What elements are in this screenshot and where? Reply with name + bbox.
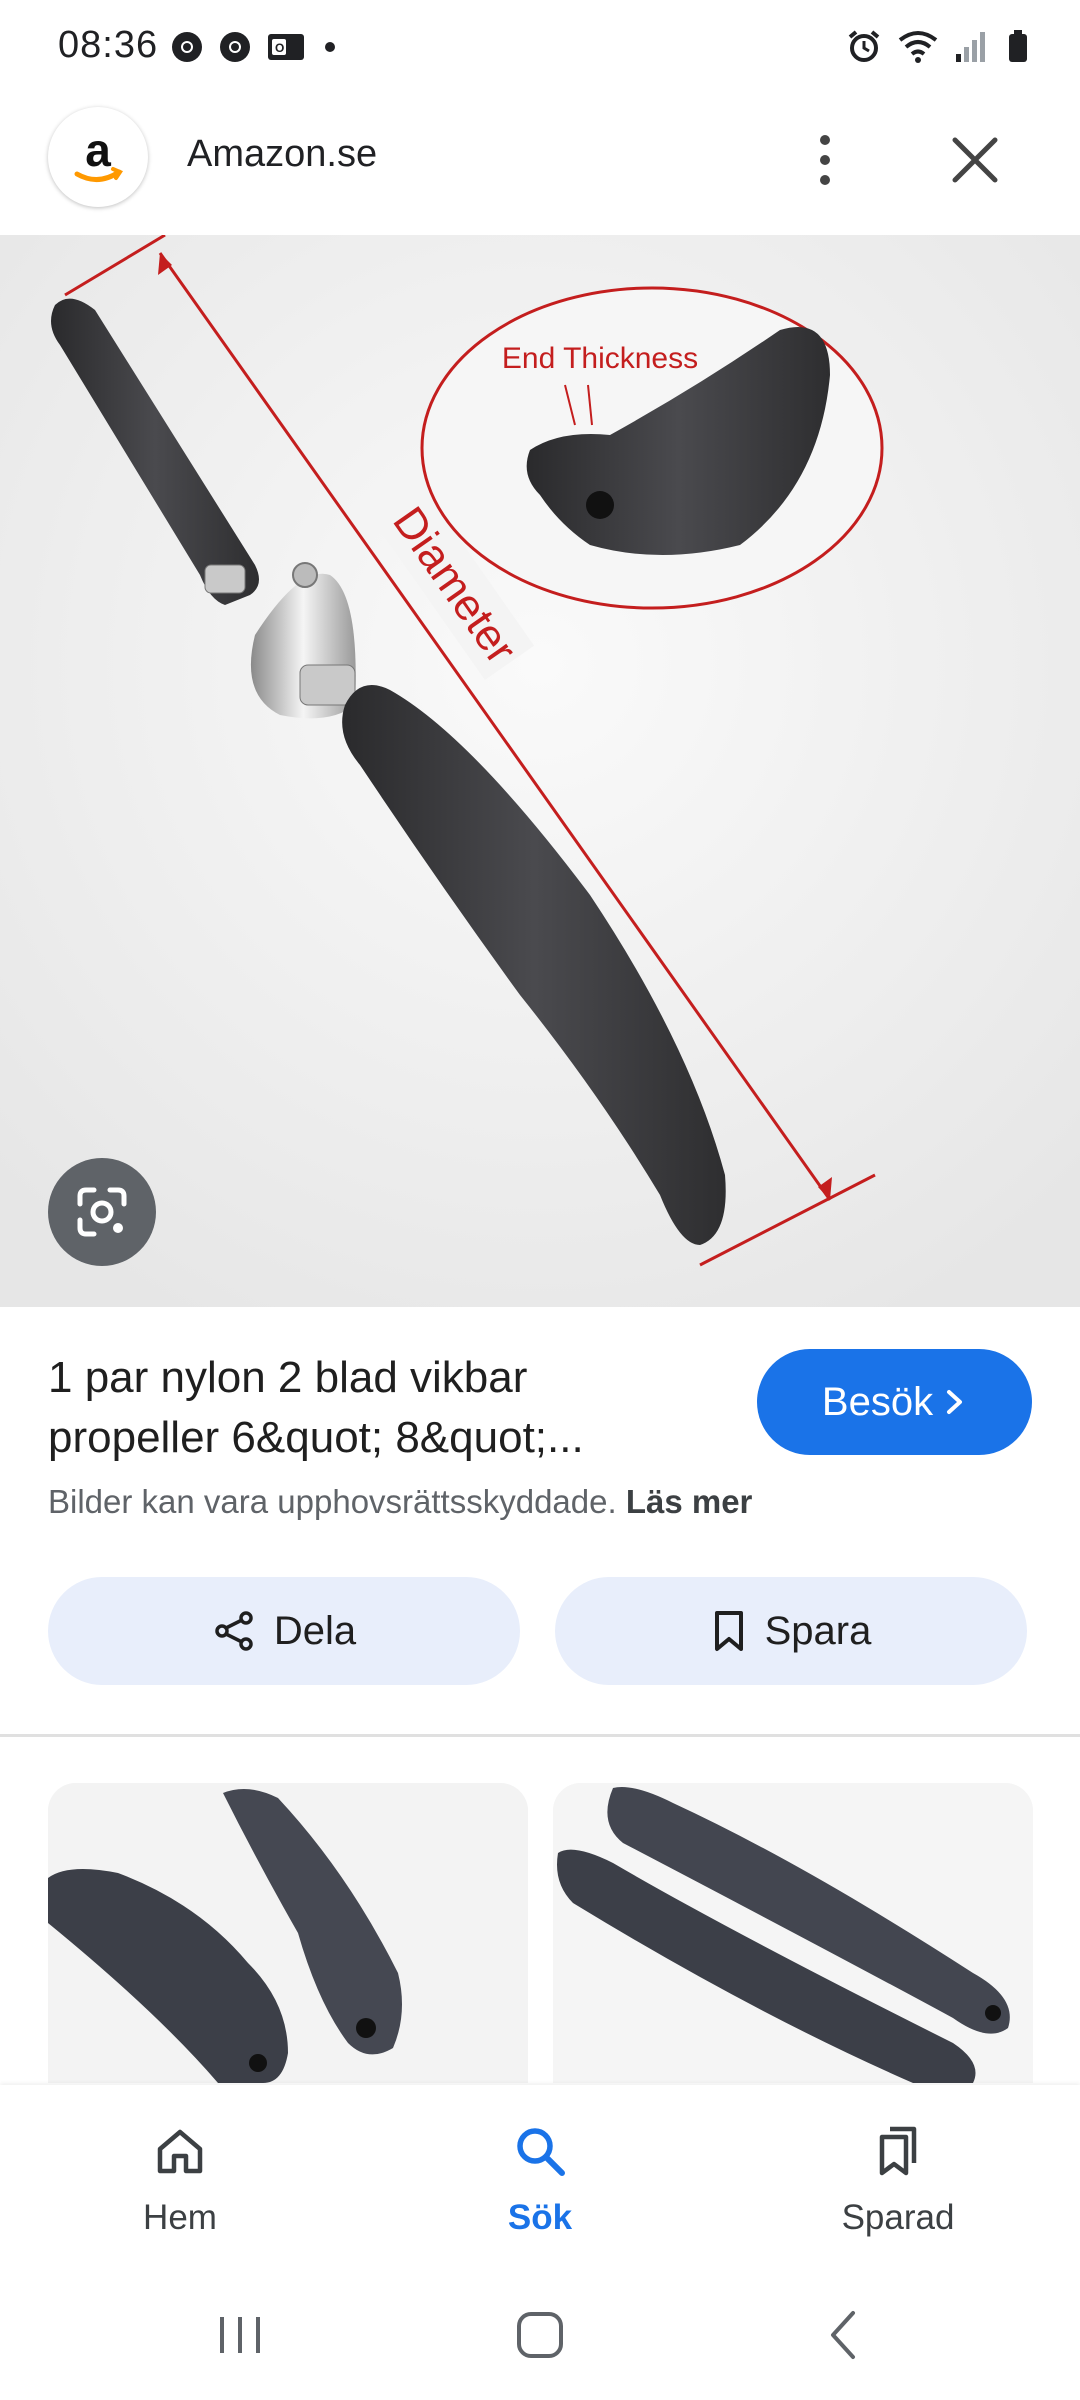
nav-search-label: Sök xyxy=(507,2198,573,2237)
status-bar: 08:36 O xyxy=(0,0,1080,100)
svg-text:O: O xyxy=(275,41,284,55)
end-thickness-label: End Thickness xyxy=(502,342,698,375)
copyright-text: Bilder kan vara upphovsrättsskyddade. xyxy=(48,1483,617,1520)
more-vert-icon xyxy=(820,135,830,185)
save-button[interactable]: Spara xyxy=(555,1577,1027,1685)
related-image-1[interactable] xyxy=(48,1783,528,2083)
share-label: Dela xyxy=(273,1608,357,1653)
close-icon xyxy=(952,137,998,183)
close-button[interactable] xyxy=(945,130,1005,190)
saved-collections-icon xyxy=(879,2126,917,2176)
propeller-blades-image xyxy=(553,1783,1033,2083)
system-navigation-bar xyxy=(0,2275,1080,2400)
visit-label: Besök xyxy=(821,1379,934,1424)
nav-home[interactable]: Hem xyxy=(80,2123,280,2238)
propeller-blades-image xyxy=(48,1783,528,2083)
battery-icon xyxy=(1009,30,1027,62)
more-options-button[interactable] xyxy=(805,130,845,190)
nav-saved-label: Sparad xyxy=(841,2198,955,2237)
home-square-icon xyxy=(517,2312,563,2358)
dot-icon xyxy=(325,42,335,52)
copyright-notice: Bilder kan vara upphovsrättsskyddade. Lä… xyxy=(48,1483,752,1521)
result-title[interactable]: 1 par nylon 2 blad vikbar propeller 6&qu… xyxy=(48,1348,688,1472)
recent-apps-button[interactable] xyxy=(210,2305,270,2370)
page-header: a Amazon.se xyxy=(0,105,1080,215)
signal-icon xyxy=(956,32,985,62)
status-time: 08:36 xyxy=(58,24,159,66)
chrome-icon xyxy=(172,32,202,62)
alarm-icon xyxy=(848,30,880,62)
bookmark-icon xyxy=(714,1611,743,1651)
outlook-icon: O xyxy=(268,34,304,60)
amazon-favicon-icon: a xyxy=(74,124,123,182)
visit-button[interactable]: Besök xyxy=(757,1349,1032,1455)
nav-saved[interactable]: Sparad xyxy=(798,2123,998,2238)
back-button[interactable] xyxy=(815,2305,875,2370)
search-icon xyxy=(517,2128,565,2176)
share-button[interactable]: Dela xyxy=(48,1577,520,1685)
divider xyxy=(0,1734,1080,1737)
related-image-2[interactable] xyxy=(553,1783,1033,2083)
recent-apps-icon xyxy=(220,2317,260,2353)
chevron-right-icon xyxy=(947,1390,963,1414)
home-icon xyxy=(157,2129,203,2174)
amazon-logo-icon: a xyxy=(48,107,148,207)
save-label: Spara xyxy=(764,1608,872,1653)
wifi-icon xyxy=(898,31,938,63)
share-icon xyxy=(215,1611,253,1651)
propeller-image: Diameter End Thickness xyxy=(0,235,1080,1307)
product-image[interactable]: Diameter End Thickness xyxy=(0,235,1080,1307)
chrome-icon xyxy=(220,32,250,62)
home-system-button[interactable] xyxy=(510,2305,570,2370)
lens-icon xyxy=(77,1187,127,1237)
svg-text:a: a xyxy=(85,124,111,176)
nav-search[interactable]: Sök xyxy=(440,2123,640,2238)
bottom-navigation: Hem Sök Sparad xyxy=(0,2085,1080,2275)
read-more-link[interactable]: Läs mer xyxy=(626,1483,753,1520)
back-icon xyxy=(831,2311,855,2359)
site-name: Amazon.se xyxy=(187,133,378,175)
google-lens-button[interactable] xyxy=(48,1158,156,1266)
nav-home-label: Hem xyxy=(143,2198,217,2237)
